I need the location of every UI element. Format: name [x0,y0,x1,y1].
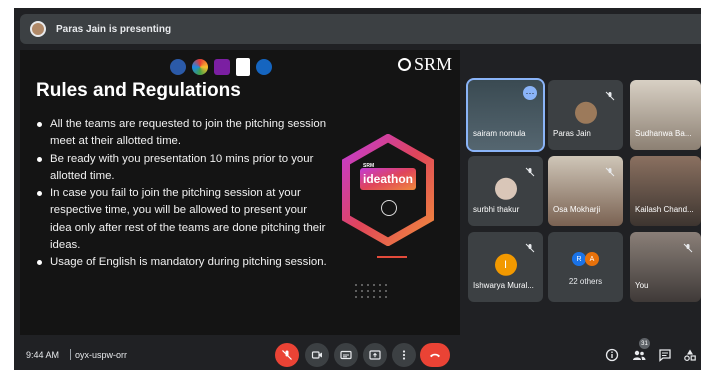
srm-logo-text: SRM [413,54,452,74]
presenter-banner-text: Paras Jain is presenting [56,23,172,35]
rule-item: All the teams are requested to join the … [36,116,331,151]
people-button[interactable] [631,347,647,363]
others-tile[interactable]: R A 22 others [548,232,623,302]
partner-logo [214,59,230,75]
lightbulb-icon [381,200,397,216]
participant-tile[interactable]: Sudhanwa Ba... [630,80,701,150]
participant-tile[interactable]: surbhi thakur [468,156,543,226]
partner-logo [192,59,208,75]
participant-tile[interactable]: ⋯ sairam nomula [466,78,545,152]
participant-name: You [635,281,649,290]
presenter-avatar [30,21,46,37]
microphone-toggle-button[interactable] [275,343,299,367]
leave-call-button[interactable] [420,343,450,367]
mic-off-icon [605,164,615,177]
sponsor-logos [170,58,272,76]
more-options-button[interactable] [392,343,416,367]
shapes-icon [684,349,696,362]
info-icon [605,348,619,362]
presenter-banner: Paras Jain is presenting [20,14,701,44]
rule-item: Usage of English is mandatory during pit… [36,254,331,271]
rule-item: In case you fail to join the pitching se… [36,185,331,254]
avatar [494,177,517,200]
slide-title: Rules and Regulations [36,80,241,101]
srm-logo: SRM [397,54,452,75]
meet-window: Paras Jain is presenting SRM Rules and R… [14,8,701,370]
divider [70,349,71,360]
mic-off-icon [282,350,292,360]
ideathon-hexagon-logo [342,134,434,246]
clock: 9:44 AM [26,350,60,360]
participant-name: Osa Mokharji [553,205,601,214]
present-icon [369,350,381,360]
ideathon-logo-srm: SRM [363,163,375,169]
rule-item: Be ready with you presentation 10 mins p… [36,151,331,186]
camera-toggle-button[interactable] [305,343,329,367]
avatar: I [494,253,517,276]
meeting-details-button[interactable] [604,347,620,363]
participant-tile[interactable]: Osa Mokharji [548,156,623,226]
meeting-code: oyx-uspw-orr [75,350,128,360]
captions-icon [340,350,352,360]
chat-icon [659,349,671,362]
participant-name: Ishwarya Mural... [473,281,534,290]
present-screen-button[interactable] [363,343,387,367]
mic-off-icon [683,240,693,253]
participant-name: sairam nomula [473,129,526,138]
participant-tile[interactable]: Kailash Chand... [630,156,701,226]
more-options-icon[interactable]: ⋯ [523,86,537,100]
avatar [574,101,597,124]
rules-list: All the teams are requested to join the … [36,116,331,272]
partner-logo [236,58,250,76]
presentation-slide: SRM Rules and Regulations All the teams … [20,50,460,335]
avatar: R [572,252,586,266]
mic-off-icon [525,240,535,253]
mic-off-icon [605,88,615,101]
participant-tile[interactable]: Paras Jain [548,80,623,150]
self-tile[interactable]: You [630,232,701,302]
participant-tile[interactable]: I Ishwarya Mural... [468,232,543,302]
ideathon-logo-text: ideathon [363,172,413,186]
captions-button[interactable] [334,343,358,367]
partner-logo [256,59,272,75]
participant-name: Kailash Chand... [635,205,694,214]
mic-off-icon [525,164,535,177]
others-count: 22 others [568,277,603,286]
decorative-line [377,256,407,258]
decorative-dots [353,282,387,302]
participant-name: Sudhanwa Ba... [635,129,692,138]
hang-up-icon [430,353,440,358]
participant-name: Paras Jain [553,129,591,138]
vertical-dots-icon [402,350,406,360]
people-icon [633,350,646,360]
camera-icon [311,351,322,359]
avatar: A [585,252,599,266]
partner-logo [170,59,186,75]
activities-button[interactable] [682,347,698,363]
chat-button[interactable] [657,347,673,363]
participant-name: surbhi thakur [473,205,520,214]
srm-seal-icon [397,58,411,71]
